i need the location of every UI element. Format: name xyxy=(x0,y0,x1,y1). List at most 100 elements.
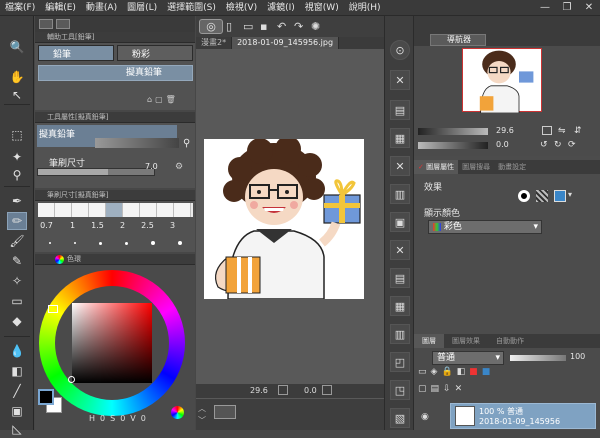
new-layer-icon[interactable]: ▢ xyxy=(418,384,427,398)
reset-view-icon[interactable]: ⟳ xyxy=(568,140,576,150)
gradient-tool-icon[interactable]: ◧ xyxy=(7,362,27,380)
material-icon-7[interactable]: ✕ xyxy=(390,240,410,260)
brush-tool-icon[interactable]: 🖌 xyxy=(7,232,27,250)
hand-tool-icon[interactable]: ✋ xyxy=(7,68,27,86)
merge-layer-icon[interactable]: ⇩ xyxy=(443,384,451,398)
close-button[interactable]: ✕ xyxy=(578,0,600,16)
layer-color-swatch-icon[interactable]: ■ xyxy=(469,367,478,381)
selection-rect-icon[interactable]: ⬚ xyxy=(7,126,27,144)
app-logo-icon[interactable]: ◎ xyxy=(199,19,223,34)
pencil-category-icon[interactable] xyxy=(39,19,53,29)
hue-cursor[interactable] xyxy=(48,305,58,313)
select-tool-icon[interactable]: ↖ xyxy=(7,86,27,104)
scroll-up-icon[interactable]: ︿ xyxy=(198,403,206,414)
blend-mode-select[interactable]: 普通 ▾ xyxy=(432,351,504,365)
zoom-tool-icon[interactable]: 🔍 xyxy=(7,38,27,56)
brush-category-icon[interactable] xyxy=(56,19,70,29)
dropdown-arrow-icon[interactable]: ▾ xyxy=(568,190,572,199)
blend-tool-icon[interactable]: 💧 xyxy=(7,342,27,360)
material-icon-4[interactable]: ✕ xyxy=(390,156,410,176)
restore-button[interactable]: ❐ xyxy=(556,0,578,16)
undo-icon[interactable]: ↶ xyxy=(277,20,291,34)
material-icon-13[interactable]: ▧ xyxy=(390,408,410,428)
open-file-icon[interactable]: ▭ xyxy=(243,20,257,34)
tab-manga[interactable]: 漫畫2* xyxy=(196,37,233,49)
delete-layer-icon[interactable]: ✕ xyxy=(455,384,463,398)
material-icon-3[interactable]: ▦ xyxy=(390,128,410,148)
fit-icon[interactable] xyxy=(278,385,288,395)
opacity-slider[interactable] xyxy=(510,355,566,361)
fill-tool-icon[interactable]: ◆ xyxy=(7,312,27,330)
color-cursor[interactable] xyxy=(68,376,75,383)
material-icon-10[interactable]: ▥ xyxy=(390,324,410,344)
tab-navigator[interactable]: 導航器 xyxy=(430,34,486,46)
tab-layer-property[interactable]: ✓ 圖層屬性 xyxy=(414,160,459,174)
tab-layer[interactable]: 圖層 xyxy=(414,334,444,348)
saturation-value-square[interactable] xyxy=(72,303,152,383)
layer-ref-icon[interactable]: ◈ xyxy=(431,367,438,381)
search-panel-icon[interactable]: ⊙ xyxy=(390,40,410,60)
tone-effect-icon[interactable] xyxy=(536,190,548,202)
tab-layer-search[interactable]: 圖層搜尋 xyxy=(458,160,494,174)
line-tool-icon[interactable]: ╱ xyxy=(7,382,27,400)
brush-item-realistic-pencil[interactable]: 擬真鉛筆 xyxy=(38,65,193,81)
tab-layer-effect[interactable]: 圖層效果 xyxy=(444,334,488,348)
color-wheel-icon[interactable] xyxy=(55,254,64,264)
scroll-down-icon[interactable]: ﹀ xyxy=(198,415,206,426)
tab-animation-settings[interactable]: 動畫設定 xyxy=(494,160,530,174)
tab-auto-action[interactable]: 自動動作 xyxy=(488,334,532,348)
layer-row[interactable]: ◉ 100 % 普通 2018-01-09_145956 xyxy=(421,403,596,429)
rotate-left-icon[interactable]: ↺ xyxy=(540,140,548,150)
brush-size-slider[interactable] xyxy=(37,168,155,176)
layer-mask-icon[interactable]: ◧ xyxy=(457,367,466,381)
minimize-button[interactable]: — xyxy=(534,0,556,16)
pencil-tool-icon[interactable]: ✏ xyxy=(7,212,27,230)
material-icon-6[interactable]: ▣ xyxy=(390,212,410,232)
tab-pencil[interactable]: 鉛筆 xyxy=(38,45,114,61)
menu-layer[interactable]: 圖層(L) xyxy=(122,0,162,16)
material-icon-9[interactable]: ▦ xyxy=(390,296,410,316)
search-icon[interactable]: ⚲ xyxy=(183,138,190,149)
color-mode-icon[interactable] xyxy=(171,406,184,419)
layer-lock-icon[interactable]: 🔒 xyxy=(441,367,452,381)
menu-animation[interactable]: 動畫(A) xyxy=(81,0,122,16)
menu-selection[interactable]: 選擇範圍(S) xyxy=(162,0,221,16)
menu-help[interactable]: 說明(H) xyxy=(344,0,386,16)
auto-select-icon[interactable]: ✦ xyxy=(7,148,27,166)
save-icon[interactable]: ▪ xyxy=(260,20,274,34)
material-icon-11[interactable]: ◰ xyxy=(390,352,410,372)
flip-vertical-icon[interactable]: ⇵ xyxy=(574,126,582,136)
material-icon-5[interactable]: ▥ xyxy=(390,184,410,204)
material-icon[interactable]: ✕ xyxy=(390,70,410,90)
delete-icon[interactable]: 🗑 xyxy=(166,95,176,107)
lock-icon[interactable]: ⌂ xyxy=(147,95,152,107)
menu-file[interactable]: 檔案(F) xyxy=(0,0,40,16)
frame-tool-icon[interactable]: ▣ xyxy=(7,402,27,420)
navigator-rotation-slider[interactable] xyxy=(418,142,488,149)
menu-view[interactable]: 檢視(V) xyxy=(221,0,262,16)
copy-icon[interactable]: ▢ xyxy=(155,95,163,107)
layer-fill-icon[interactable]: ■ xyxy=(482,367,491,381)
new-folder-icon[interactable]: ▤ xyxy=(431,384,440,398)
material-icon-8[interactable]: ▤ xyxy=(390,268,410,288)
menu-window[interactable]: 視窗(W) xyxy=(300,0,344,16)
ruler-tool-icon[interactable]: ◺ xyxy=(7,420,27,438)
airbrush-icon[interactable]: ✎ xyxy=(7,252,27,270)
eye-icon[interactable]: ◉ xyxy=(421,412,429,422)
pen-tool-icon[interactable]: ✒ xyxy=(7,192,27,210)
navigator-preview[interactable] xyxy=(462,48,542,114)
flip-horizontal-icon[interactable]: ⇋ xyxy=(558,126,566,136)
main-color-swatch[interactable] xyxy=(38,389,54,405)
display-color-select[interactable]: 彩色 ▾ xyxy=(428,220,542,234)
material-icon-12[interactable]: ◳ xyxy=(390,380,410,400)
redo-icon[interactable]: ↷ xyxy=(294,20,308,34)
reset-rotation-icon[interactable] xyxy=(322,385,332,395)
new-file-icon[interactable]: ▯ xyxy=(226,20,240,34)
canvas-paper[interactable] xyxy=(204,136,364,300)
border-effect-icon[interactable] xyxy=(518,190,530,202)
eyedropper-icon[interactable]: ⚲ xyxy=(7,166,27,184)
layer-color-icon[interactable] xyxy=(554,190,566,202)
tab-pastel[interactable]: 粉彩 xyxy=(117,45,193,61)
menu-filter[interactable]: 濾鏡(I) xyxy=(262,0,300,16)
zoom-fit-icon[interactable] xyxy=(542,126,552,135)
